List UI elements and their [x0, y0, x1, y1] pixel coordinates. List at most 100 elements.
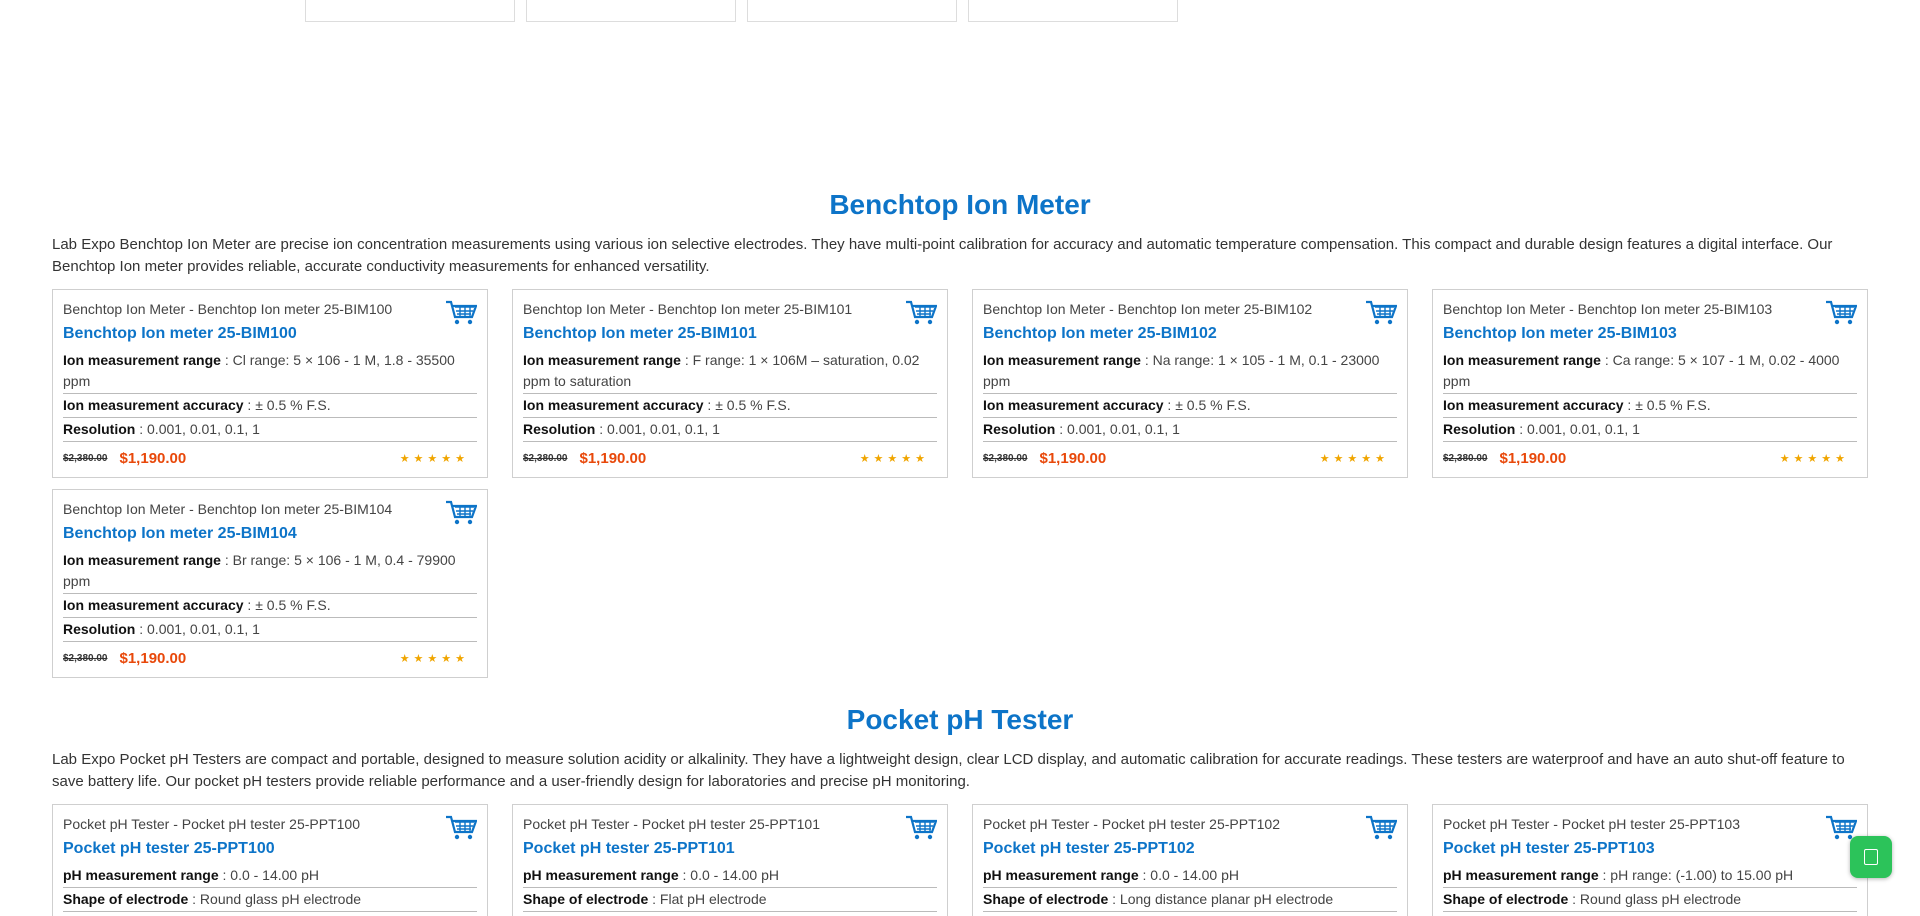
price-row: $2,380.00 $1,190.00 ★★★★★ [63, 450, 477, 467]
product-image[interactable]: Benchtop Ion Meter - Benchtop Ion meter … [63, 500, 477, 520]
spec-row: Ion measurement range : Br range: 5 × 10… [63, 550, 477, 594]
product-name-link[interactable]: Benchtop Ion meter 25-BIM104 [63, 524, 477, 544]
price-row: $2,380.00 $1,190.00 ★★★★★ [983, 450, 1397, 467]
category-tab[interactable] [305, 0, 515, 22]
spec-label: Resolution [983, 421, 1056, 437]
spec-label: Ion measurement accuracy [1443, 397, 1624, 413]
spec-value: : Round glass pH electrode [1568, 891, 1742, 907]
spec-label: Ion measurement range [523, 352, 681, 368]
spec-list: Ion measurement range : Ca range: 5 × 10… [1443, 350, 1857, 442]
spec-row: pH measurement range : pH range: (-1.00)… [1443, 865, 1857, 888]
old-price: $2,380.00 [983, 453, 1028, 464]
spec-row: pH measurement range : 0.0 - 14.00 pH [523, 865, 937, 888]
spec-label: Resolution [63, 421, 136, 437]
spec-label: pH measurement range [63, 867, 219, 883]
old-price: $2,380.00 [63, 453, 108, 464]
spec-list: pH measurement range : 0.0 - 14.00 pH Sh… [983, 865, 1397, 912]
spec-list: Ion measurement range : Cl range: 5 × 10… [63, 350, 477, 442]
chat-button[interactable] [1850, 836, 1892, 878]
product-name-link[interactable]: Benchtop Ion meter 25-BIM100 [63, 324, 477, 344]
category-tab[interactable] [747, 0, 957, 22]
product-card[interactable]: Pocket pH Tester - Pocket pH tester 25-P… [1432, 804, 1868, 916]
spec-row: pH measurement range : 0.0 - 14.00 pH [983, 865, 1397, 888]
product-card[interactable]: Benchtop Ion Meter - Benchtop Ion meter … [1432, 289, 1868, 478]
spec-label: Ion measurement accuracy [63, 397, 244, 413]
category-tab[interactable] [526, 0, 736, 22]
spec-row: Ion measurement accuracy : ± 0.5 % F.S. [1443, 395, 1857, 418]
product-name-link[interactable]: Pocket pH tester 25-PPT100 [63, 839, 477, 859]
section-title: Pocket pH Tester [846, 704, 1074, 735]
spec-row: Resolution : 0.001, 0.01, 0.1, 1 [63, 419, 477, 442]
spec-value: : 0.001, 0.01, 0.1, 1 [1515, 421, 1640, 437]
price-row: $2,380.00 $1,190.00 ★★★★★ [523, 450, 937, 467]
product-name-link[interactable]: Pocket pH tester 25-PPT102 [983, 839, 1397, 859]
sale-price: $1,190.00 [119, 650, 187, 667]
spec-label: pH measurement range [523, 867, 679, 883]
product-grid: Pocket pH Tester - Pocket pH tester 25-P… [52, 804, 1868, 916]
shopping-cart-icon [906, 300, 937, 325]
spec-value: : 0.0 - 14.00 pH [1138, 867, 1240, 883]
product-image[interactable]: Pocket pH Tester - Pocket pH tester 25-P… [983, 815, 1397, 835]
product-image[interactable]: Benchtop Ion Meter - Benchtop Ion meter … [523, 300, 937, 320]
spec-list: Ion measurement range : F range: 1 × 106… [523, 350, 937, 442]
spec-value: : 0.001, 0.01, 0.1, 1 [135, 421, 260, 437]
price-row: $2,380.00 $1,190.00 ★★★★★ [1443, 450, 1857, 467]
spec-row: Ion measurement accuracy : ± 0.5 % F.S. [63, 395, 477, 418]
product-image[interactable]: Benchtop Ion Meter - Benchtop Ion meter … [63, 300, 477, 320]
chat-icon [1864, 849, 1878, 865]
add-to-cart-button[interactable] [445, 300, 477, 326]
sale-price: $1,190.00 [1039, 450, 1107, 467]
product-card[interactable]: Pocket pH Tester - Pocket pH tester 25-P… [52, 804, 488, 916]
category-tab[interactable] [968, 0, 1178, 22]
spec-row: Resolution : 0.001, 0.01, 0.1, 1 [63, 619, 477, 642]
product-grid: Benchtop Ion Meter - Benchtop Ion meter … [52, 289, 1868, 678]
spec-row: pH measurement range : 0.0 - 14.00 pH [63, 865, 477, 888]
add-to-cart-button[interactable] [445, 815, 477, 841]
product-name-link[interactable]: Pocket pH tester 25-PPT103 [1443, 839, 1857, 859]
sale-price: $1,190.00 [1499, 450, 1567, 467]
spec-row: Ion measurement accuracy : ± 0.5 % F.S. [983, 395, 1397, 418]
product-image[interactable]: Pocket pH Tester - Pocket pH tester 25-P… [63, 815, 477, 835]
spec-value: : 0.0 - 14.00 pH [218, 867, 320, 883]
shopping-cart-icon [906, 815, 937, 840]
product-name-link[interactable]: Benchtop Ion meter 25-BIM103 [1443, 324, 1857, 344]
spec-value: : Flat pH electrode [648, 891, 767, 907]
spec-value: : 0.001, 0.01, 0.1, 1 [595, 421, 720, 437]
product-card[interactable]: Benchtop Ion Meter - Benchtop Ion meter … [52, 289, 488, 478]
product-image[interactable]: Benchtop Ion Meter - Benchtop Ion meter … [983, 300, 1397, 320]
product-card[interactable]: Benchtop Ion Meter - Benchtop Ion meter … [52, 489, 488, 678]
product-image[interactable]: Pocket pH Tester - Pocket pH tester 25-P… [523, 815, 937, 835]
spec-value: : ± 0.5 % F.S. [1623, 397, 1711, 413]
product-name-link[interactable]: Benchtop Ion meter 25-BIM101 [523, 324, 937, 344]
product-card[interactable]: Benchtop Ion Meter - Benchtop Ion meter … [972, 289, 1408, 478]
spec-list: pH measurement range : 0.0 - 14.00 pH Sh… [63, 865, 477, 912]
shopping-cart-icon [446, 500, 477, 525]
spec-row: Shape of electrode : Round glass pH elec… [63, 889, 477, 912]
spec-row: Ion measurement range : Na range: 1 × 10… [983, 350, 1397, 394]
product-name-link[interactable]: Benchtop Ion meter 25-BIM102 [983, 324, 1397, 344]
product-image[interactable]: Pocket pH Tester - Pocket pH tester 25-P… [1443, 815, 1857, 835]
price-row: $2,380.00 $1,190.00 ★★★★★ [63, 650, 477, 667]
product-name-link[interactable]: Pocket pH tester 25-PPT101 [523, 839, 937, 859]
section-description: Lab Expo Pocket pH Testers are compact a… [52, 751, 1845, 790]
spec-row: Shape of electrode : Flat pH electrode [523, 889, 937, 912]
spec-value: : ± 0.5 % F.S. [243, 397, 331, 413]
product-card[interactable]: Benchtop Ion Meter - Benchtop Ion meter … [512, 289, 948, 478]
product-card[interactable]: Pocket pH Tester - Pocket pH tester 25-P… [972, 804, 1408, 916]
spec-value: : 0.001, 0.01, 0.1, 1 [1055, 421, 1180, 437]
add-to-cart-button[interactable] [1825, 300, 1857, 326]
product-image[interactable]: Benchtop Ion Meter - Benchtop Ion meter … [1443, 300, 1857, 320]
product-card[interactable]: Pocket pH Tester - Pocket pH tester 25-P… [512, 804, 948, 916]
old-price: $2,380.00 [63, 653, 108, 664]
add-to-cart-button[interactable] [905, 815, 937, 841]
add-to-cart-button[interactable] [905, 300, 937, 326]
add-to-cart-button[interactable] [445, 500, 477, 526]
add-to-cart-button[interactable] [1365, 300, 1397, 326]
spec-value: : 0.0 - 14.00 pH [678, 867, 780, 883]
spec-value: : pH range: (-1.00) to 15.00 pH [1598, 867, 1794, 883]
spec-value: : ± 0.5 % F.S. [1163, 397, 1251, 413]
spec-value: : ± 0.5 % F.S. [703, 397, 791, 413]
spec-list: pH measurement range : 0.0 - 14.00 pH Sh… [523, 865, 937, 912]
spec-value: : 0.001, 0.01, 0.1, 1 [135, 621, 260, 637]
add-to-cart-button[interactable] [1365, 815, 1397, 841]
